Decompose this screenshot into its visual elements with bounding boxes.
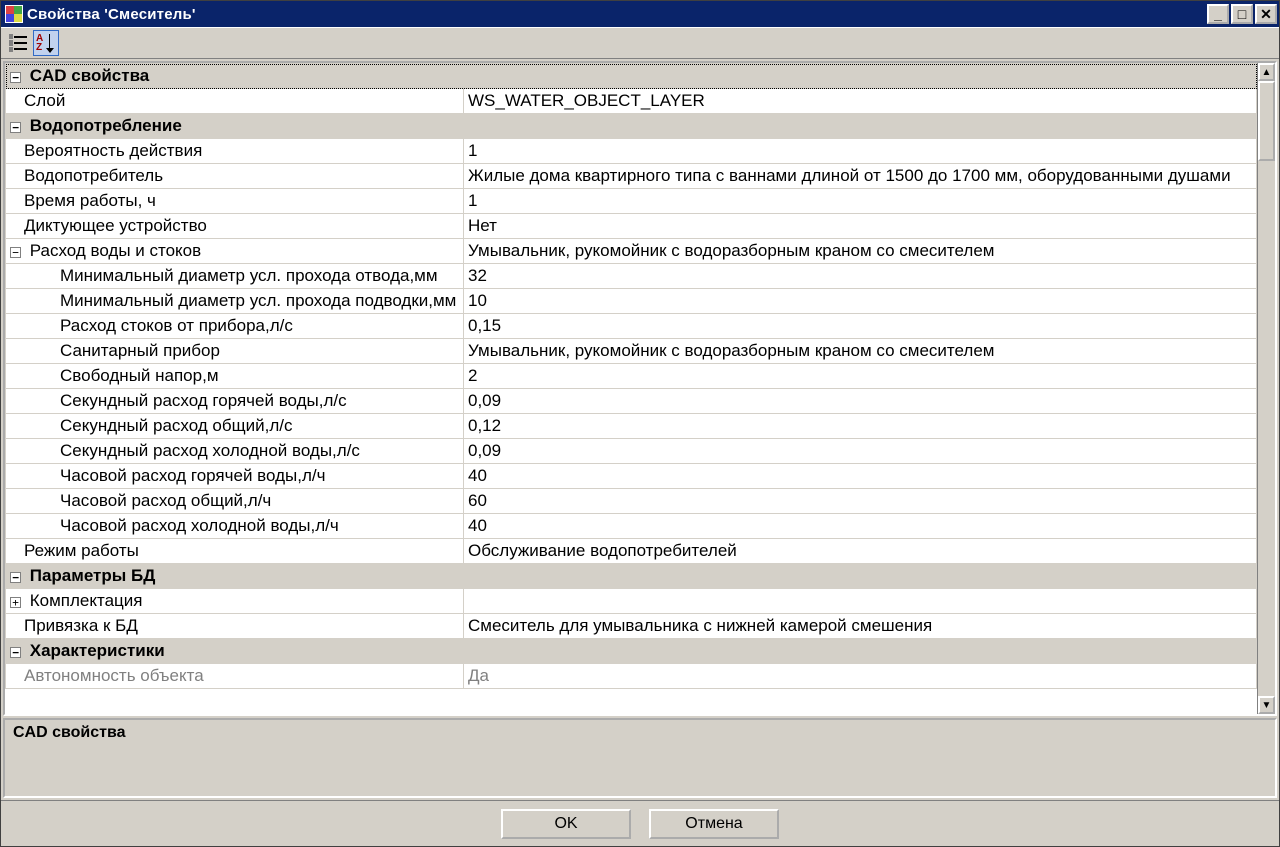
prop-free-head[interactable]: Свободный напор,м 2 bbox=[6, 364, 1257, 389]
description-pane: CAD свойства bbox=[3, 718, 1277, 798]
collapse-icon[interactable]: − bbox=[10, 572, 21, 583]
scroll-up-button[interactable]: ▲ bbox=[1258, 63, 1275, 81]
prop-min-d-out[interactable]: Минимальный диаметр усл. прохода отвода,… bbox=[6, 264, 1257, 289]
description-title: CAD свойства bbox=[13, 724, 1267, 742]
prop-hr-hot[interactable]: Часовой расход горячей воды,л/ч 40 bbox=[6, 464, 1257, 489]
prop-sec-total[interactable]: Секундный расход общий,л/с 0,12 bbox=[6, 414, 1257, 439]
prop-hr-cold[interactable]: Часовой расход холодной воды,л/ч 40 bbox=[6, 514, 1257, 539]
property-grid: − CAD свойства Слой WS_WATER_OBJECT_LAYE… bbox=[3, 61, 1277, 716]
properties-window: Свойства 'Смеситель' _ □ ✕ AZ bbox=[0, 0, 1280, 847]
category-label: Водопотребление bbox=[30, 116, 182, 135]
dialog-button-bar: OK Отмена bbox=[1, 800, 1279, 846]
chevron-up-icon: ▲ bbox=[1262, 67, 1272, 78]
prop-mode[interactable]: Режим работы Обслуживание водопотребител… bbox=[6, 539, 1257, 564]
prop-min-d-in[interactable]: Минимальный диаметр усл. прохода подводк… bbox=[6, 289, 1257, 314]
category-label: Характеристики bbox=[30, 641, 165, 660]
toolbar: AZ bbox=[1, 27, 1279, 59]
category-water-consumption[interactable]: − Водопотребление bbox=[6, 114, 1257, 139]
prop-probability[interactable]: Вероятность действия 1 bbox=[6, 139, 1257, 164]
collapse-icon[interactable]: − bbox=[10, 247, 21, 258]
category-characteristics[interactable]: − Характеристики bbox=[6, 639, 1257, 664]
prop-kit[interactable]: + Комплектация bbox=[6, 589, 1257, 614]
prop-water-drain-flow[interactable]: − Расход воды и стоков Умывальник, руком… bbox=[6, 239, 1257, 264]
prop-drain-flow[interactable]: Расход стоков от прибора,л/с 0,15 bbox=[6, 314, 1257, 339]
collapse-icon[interactable]: − bbox=[10, 72, 21, 83]
value-cell[interactable]: WS_WATER_OBJECT_LAYER bbox=[464, 89, 1257, 114]
category-label: Параметры БД bbox=[30, 566, 156, 585]
prop-sec-cold[interactable]: Секундный расход холодной воды,л/с 0,09 bbox=[6, 439, 1257, 464]
category-label: CAD свойства bbox=[30, 66, 150, 85]
collapse-icon[interactable]: − bbox=[10, 647, 21, 658]
categorized-icon bbox=[9, 34, 27, 52]
app-icon bbox=[5, 5, 23, 23]
collapse-icon[interactable]: − bbox=[10, 122, 21, 133]
alphabetical-view-button[interactable]: AZ bbox=[33, 30, 59, 56]
scroll-thumb[interactable] bbox=[1258, 81, 1275, 161]
ok-button[interactable]: OK bbox=[501, 809, 631, 839]
property-grid-body: − CAD свойства Слой WS_WATER_OBJECT_LAYE… bbox=[6, 64, 1257, 689]
sort-az-icon: AZ bbox=[36, 33, 56, 53]
prop-worktime[interactable]: Время работы, ч 1 bbox=[6, 189, 1257, 214]
prop-db-bind[interactable]: Привязка к БД Смеситель для умывальника … bbox=[6, 614, 1257, 639]
prop-consumer[interactable]: Водопотребитель Жилые дома квартирного т… bbox=[6, 164, 1257, 189]
prop-layer[interactable]: Слой WS_WATER_OBJECT_LAYER bbox=[6, 89, 1257, 114]
minimize-button[interactable]: _ bbox=[1207, 4, 1229, 24]
prop-sanitary-device[interactable]: Санитарный прибор Умывальник, рукомойник… bbox=[6, 339, 1257, 364]
title-bar[interactable]: Свойства 'Смеситель' _ □ ✕ bbox=[1, 1, 1279, 27]
expand-icon[interactable]: + bbox=[10, 597, 21, 608]
prop-dictating-device[interactable]: Диктующее устройство Нет bbox=[6, 214, 1257, 239]
prop-sec-hot[interactable]: Секундный расход горячей воды,л/с 0,09 bbox=[6, 389, 1257, 414]
category-db-params[interactable]: − Параметры БД bbox=[6, 564, 1257, 589]
close-button[interactable]: ✕ bbox=[1255, 4, 1277, 24]
chevron-down-icon: ▼ bbox=[1262, 700, 1272, 711]
maximize-button[interactable]: □ bbox=[1231, 4, 1253, 24]
scroll-down-button[interactable]: ▼ bbox=[1258, 696, 1275, 714]
cancel-button[interactable]: Отмена bbox=[649, 809, 779, 839]
prop-autonomy[interactable]: Автономность объекта Да bbox=[6, 664, 1257, 689]
vertical-scrollbar[interactable]: ▲ ▼ bbox=[1257, 63, 1275, 714]
category-cad[interactable]: − CAD свойства bbox=[6, 64, 1257, 89]
prop-hr-total[interactable]: Часовой расход общий,л/ч 60 bbox=[6, 489, 1257, 514]
categorized-view-button[interactable] bbox=[5, 30, 31, 56]
window-title: Свойства 'Смеситель' bbox=[27, 6, 1207, 23]
